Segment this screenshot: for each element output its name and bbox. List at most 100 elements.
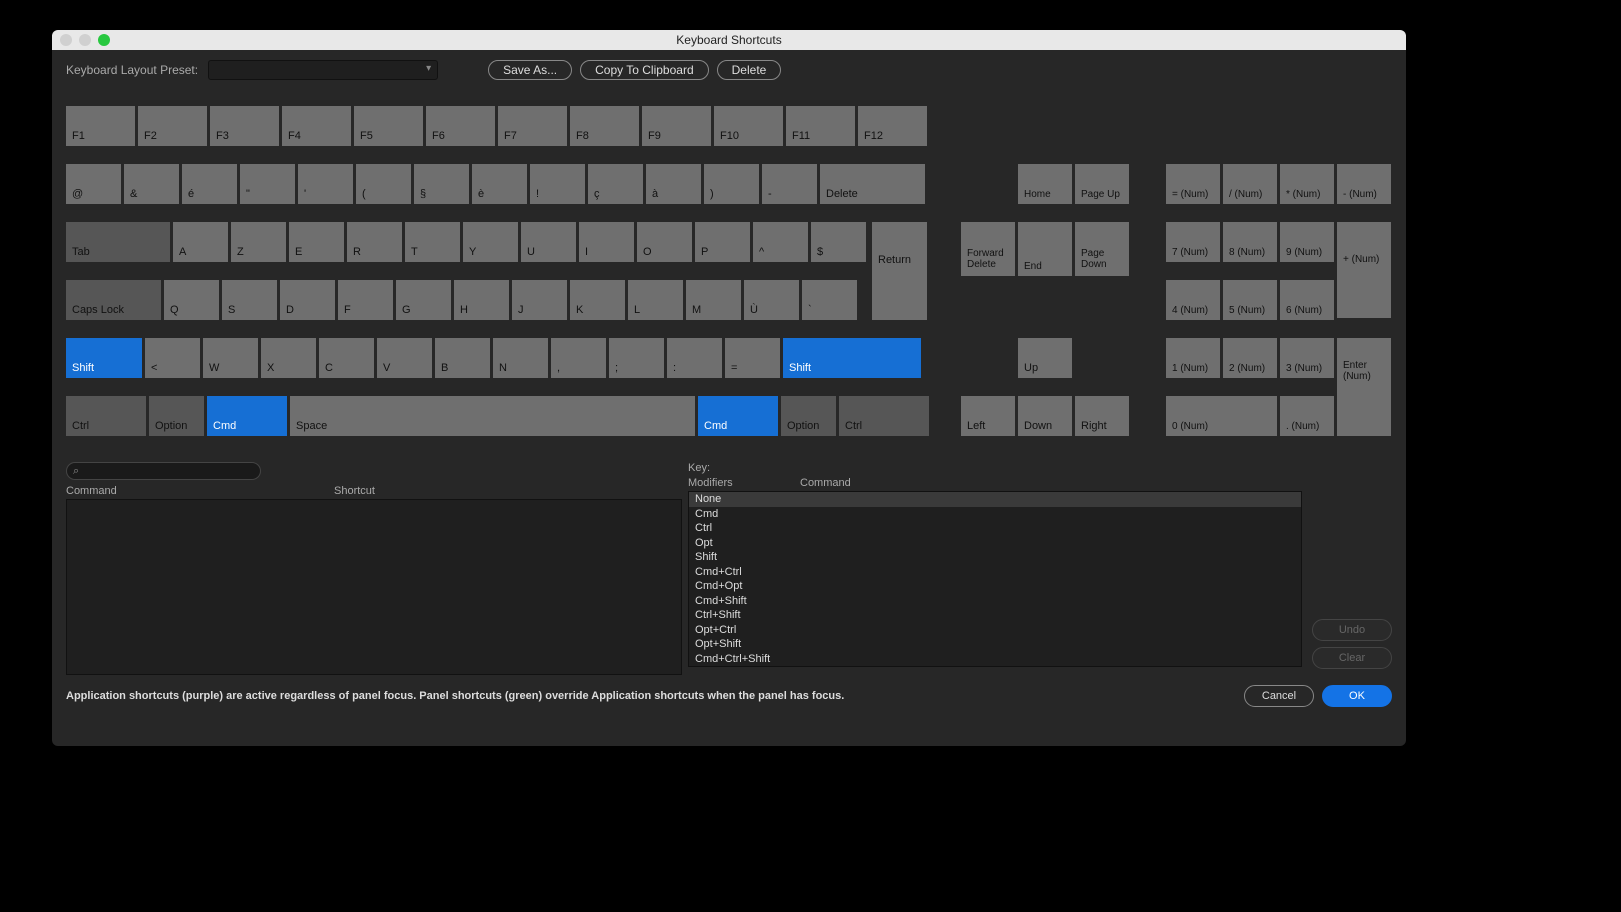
key-r[interactable]: R: [347, 222, 402, 262]
key-amp[interactable]: &: [124, 164, 179, 204]
modifier-row[interactable]: Cmd+Ctrl: [689, 565, 1301, 580]
key-shift-right[interactable]: Shift: [783, 338, 921, 378]
key-dquote[interactable]: ": [240, 164, 295, 204]
modifier-row[interactable]: Opt+Ctrl: [689, 623, 1301, 638]
modifier-row[interactable]: Opt+Shift: [689, 637, 1301, 652]
clear-button[interactable]: Clear: [1312, 647, 1392, 669]
key-t[interactable]: T: [405, 222, 460, 262]
cancel-button[interactable]: Cancel: [1244, 685, 1314, 707]
key-tab[interactable]: Tab: [66, 222, 170, 262]
key-cmd-left[interactable]: Cmd: [207, 396, 287, 436]
modifier-row[interactable]: Opt: [689, 536, 1301, 551]
modifier-row[interactable]: Cmd+Shift: [689, 594, 1301, 609]
key-option-right[interactable]: Option: [781, 396, 836, 436]
key-comma[interactable]: ,: [551, 338, 606, 378]
key-num-8[interactable]: 8 (Num): [1223, 222, 1277, 262]
key-at[interactable]: @: [66, 164, 121, 204]
key-num-div[interactable]: / (Num): [1223, 164, 1277, 204]
key-f12[interactable]: F12: [858, 106, 927, 146]
key-equals[interactable]: =: [725, 338, 780, 378]
key-e[interactable]: E: [289, 222, 344, 262]
key-down[interactable]: Down: [1018, 396, 1072, 436]
key-k[interactable]: K: [570, 280, 625, 320]
key-num-9[interactable]: 9 (Num): [1280, 222, 1334, 262]
key-f10[interactable]: F10: [714, 106, 783, 146]
key-num-3[interactable]: 3 (Num): [1280, 338, 1334, 378]
key-forward-delete[interactable]: Forward Delete: [961, 222, 1015, 276]
key-dollar[interactable]: $: [811, 222, 866, 262]
ok-button[interactable]: OK: [1322, 685, 1392, 707]
undo-button[interactable]: Undo: [1312, 619, 1392, 641]
key-i[interactable]: I: [579, 222, 634, 262]
key-egrave[interactable]: è: [472, 164, 527, 204]
key-g[interactable]: G: [396, 280, 451, 320]
key-z[interactable]: Z: [231, 222, 286, 262]
key-rparen[interactable]: ): [704, 164, 759, 204]
key-pageup[interactable]: Page Up: [1075, 164, 1129, 204]
key-num-0[interactable]: 0 (Num): [1166, 396, 1277, 436]
key-f4[interactable]: F4: [282, 106, 351, 146]
key-eacute[interactable]: é: [182, 164, 237, 204]
save-as-button[interactable]: Save As...: [488, 60, 572, 80]
key-f[interactable]: F: [338, 280, 393, 320]
key-num-eq[interactable]: = (Num): [1166, 164, 1220, 204]
key-l[interactable]: L: [628, 280, 683, 320]
key-b[interactable]: B: [435, 338, 490, 378]
key-option-left[interactable]: Option: [149, 396, 204, 436]
key-num-7[interactable]: 7 (Num): [1166, 222, 1220, 262]
key-return[interactable]: Return: [872, 222, 927, 320]
key-d[interactable]: D: [280, 280, 335, 320]
key-lparen[interactable]: (: [356, 164, 411, 204]
key-f8[interactable]: F8: [570, 106, 639, 146]
key-j[interactable]: J: [512, 280, 567, 320]
key-f1[interactable]: F1: [66, 106, 135, 146]
key-q[interactable]: Q: [164, 280, 219, 320]
key-semicolon[interactable]: ;: [609, 338, 664, 378]
key-f7[interactable]: F7: [498, 106, 567, 146]
preset-select[interactable]: [208, 60, 438, 80]
key-left[interactable]: Left: [961, 396, 1015, 436]
modifier-row[interactable]: Shift: [689, 550, 1301, 565]
key-squote[interactable]: ': [298, 164, 353, 204]
key-pagedown[interactable]: Page Down: [1075, 222, 1129, 276]
key-f9[interactable]: F9: [642, 106, 711, 146]
key-delete[interactable]: Delete: [820, 164, 925, 204]
key-f11[interactable]: F11: [786, 106, 855, 146]
key-num-5[interactable]: 5 (Num): [1223, 280, 1277, 320]
key-s[interactable]: S: [222, 280, 277, 320]
key-num-enter[interactable]: Enter (Num): [1337, 338, 1391, 436]
key-excl[interactable]: !: [530, 164, 585, 204]
key-num-4[interactable]: 4 (Num): [1166, 280, 1220, 320]
key-h[interactable]: H: [454, 280, 509, 320]
key-home[interactable]: Home: [1018, 164, 1072, 204]
modifier-row[interactable]: Cmd+Ctrl+Shift: [689, 652, 1301, 667]
key-num-add[interactable]: + (Num): [1337, 222, 1391, 318]
key-a[interactable]: A: [173, 222, 228, 262]
key-u[interactable]: U: [521, 222, 576, 262]
key-f2[interactable]: F2: [138, 106, 207, 146]
key-shift-left[interactable]: Shift: [66, 338, 142, 378]
key-ctrl-left[interactable]: Ctrl: [66, 396, 146, 436]
key-colon[interactable]: :: [667, 338, 722, 378]
delete-button[interactable]: Delete: [717, 60, 782, 80]
key-minus[interactable]: -: [762, 164, 817, 204]
key-num-2[interactable]: 2 (Num): [1223, 338, 1277, 378]
key-num-mul[interactable]: * (Num): [1280, 164, 1334, 204]
key-o[interactable]: O: [637, 222, 692, 262]
modifier-row[interactable]: Ctrl: [689, 521, 1301, 536]
key-end[interactable]: End: [1018, 222, 1072, 276]
key-capslock[interactable]: Caps Lock: [66, 280, 161, 320]
key-ugrave[interactable]: Ù: [744, 280, 799, 320]
key-space[interactable]: Space: [290, 396, 695, 436]
key-c[interactable]: C: [319, 338, 374, 378]
key-v[interactable]: V: [377, 338, 432, 378]
modifier-row[interactable]: Cmd+Opt: [689, 579, 1301, 594]
modifier-row[interactable]: Ctrl+Shift: [689, 608, 1301, 623]
command-list[interactable]: [66, 499, 682, 675]
key-m[interactable]: M: [686, 280, 741, 320]
key-w[interactable]: W: [203, 338, 258, 378]
copy-clipboard-button[interactable]: Copy To Clipboard: [580, 60, 709, 80]
key-f3[interactable]: F3: [210, 106, 279, 146]
key-p[interactable]: P: [695, 222, 750, 262]
key-agrave[interactable]: à: [646, 164, 701, 204]
